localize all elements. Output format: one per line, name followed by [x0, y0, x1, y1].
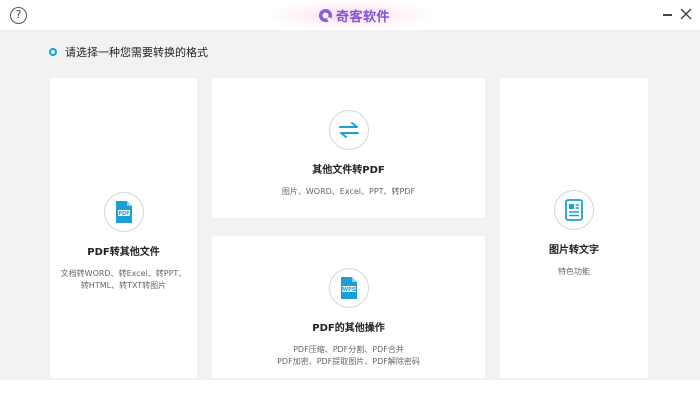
card-desc: 文档转WORD、转Excel、转PPT、 转HTML、转TXT转图片: [50, 268, 197, 292]
prompt-text: 请选择一种您需要转换的格式: [65, 46, 208, 59]
card-title: 其他文件转PDF: [312, 165, 385, 176]
card-desc-line: 文档转WORD、转Excel、转PPT、: [60, 269, 187, 278]
prompt-dot-icon: [49, 48, 57, 56]
card-desc-line: 转HTML、转TXT转图片: [80, 281, 167, 290]
help-button[interactable]: ?: [10, 7, 27, 24]
title-bar: ? 奇客软件: [0, 0, 700, 30]
format-prompt: 请选择一种您需要转换的格式: [49, 44, 208, 60]
bottom-strip: [0, 380, 700, 394]
image-text-doc-icon: [554, 190, 594, 230]
brand-logo-icon: [318, 8, 333, 22]
card-title: PDF的其他操作: [312, 323, 385, 334]
card-desc-line: 图片、WORD、Excel、PPT、转PDF: [281, 187, 416, 196]
wps-file-icon: WPS: [328, 268, 369, 308]
brand: 奇客软件: [318, 6, 391, 25]
pdf-file-icon: PDF: [103, 192, 144, 232]
card-title: PDF转其他文件: [87, 247, 160, 258]
card-desc: PDF压缩、PDF分割、PDF合并 PDF加密、PDF提取图片、PDF解除密码: [212, 344, 485, 368]
svg-text:WPS: WPS: [342, 287, 355, 293]
svg-text:PDF: PDF: [118, 211, 129, 217]
card-img-to-text[interactable]: 图片转文字 特色功能: [500, 78, 648, 378]
close-icon[interactable]: [680, 8, 692, 20]
card-pdf-ops[interactable]: WPS PDF的其他操作 PDF压缩、PDF分割、PDF合并 PDF加密、PDF…: [212, 236, 485, 378]
card-desc-line: 特色功能: [558, 267, 590, 276]
card-desc-line: PDF加密、PDF提取图片、PDF解除密码: [277, 357, 420, 366]
card-desc-line: PDF压缩、PDF分割、PDF合并: [293, 345, 404, 354]
minimize-button[interactable]: [663, 14, 672, 16]
app-window: ? 奇客软件 请选择一种您需要转换的格式 PDF PDF转其他文件 文档转WOR…: [0, 0, 700, 394]
card-title: 图片转文字: [549, 245, 599, 256]
card-desc: 图片、WORD、Excel、PPT、转PDF: [212, 186, 485, 198]
card-desc: 特色功能: [500, 266, 648, 278]
card-other-to-pdf[interactable]: 其他文件转PDF 图片、WORD、Excel、PPT、转PDF: [212, 78, 485, 218]
card-pdf-to-other[interactable]: PDF PDF转其他文件 文档转WORD、转Excel、转PPT、 转HTML、…: [50, 78, 197, 378]
swap-arrows-icon: [328, 110, 369, 150]
brand-name: 奇客软件: [336, 9, 391, 25]
